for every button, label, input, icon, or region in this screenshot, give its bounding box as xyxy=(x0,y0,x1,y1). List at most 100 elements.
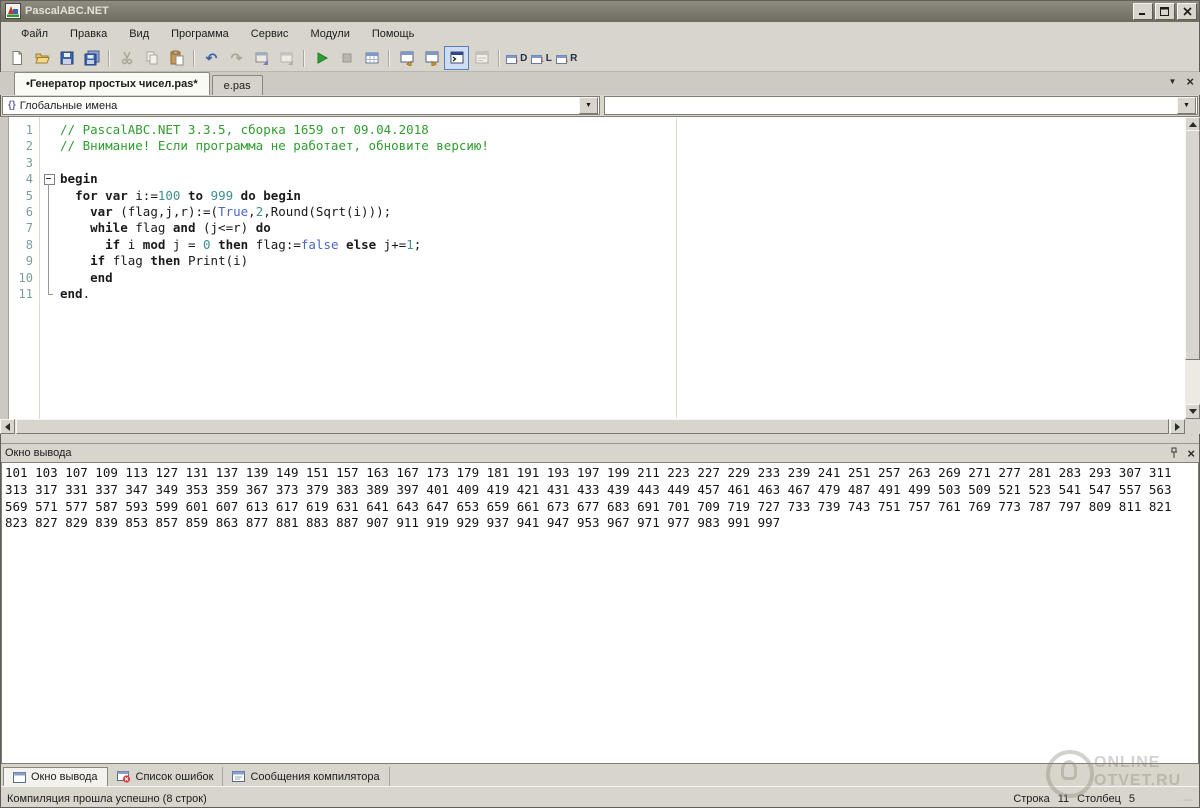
menu-item-Сервис[interactable]: Сервис xyxy=(240,25,300,43)
output-text[interactable]: 101 103 107 109 113 127 131 137 139 149 … xyxy=(1,462,1199,764)
scrollbar-corner xyxy=(1185,419,1200,434)
open-file-button[interactable] xyxy=(29,46,54,70)
code-line[interactable]: if flag then Print(i) xyxy=(60,253,1185,269)
vertical-scroll-thumb[interactable] xyxy=(1185,130,1200,360)
code-line[interactable]: begin xyxy=(60,171,1185,187)
tab-close-button[interactable]: × xyxy=(1186,75,1194,88)
menu-item-Помощь[interactable]: Помощь xyxy=(361,25,426,43)
main-toolbar: ↶ ↷ ↓D ↓L ↓R xyxy=(0,45,1200,72)
tab-generator-prostyh-chisel[interactable]: •Генератор простых чисел.pas* xyxy=(14,72,210,95)
maximize-button[interactable] xyxy=(1155,3,1175,20)
redo-button[interactable]: ↷ xyxy=(224,46,249,70)
editor-code[interactable]: // PascalABC.NET 3.3.5, сборка 1659 от 0… xyxy=(57,117,1185,419)
paste-button[interactable] xyxy=(164,46,189,70)
letter-label: L xyxy=(546,53,552,64)
line-number: 8 xyxy=(9,237,39,253)
maximize-icon xyxy=(1160,7,1170,16)
minimize-button[interactable] xyxy=(1133,3,1153,20)
nav-back-button[interactable] xyxy=(249,46,274,70)
paste-icon xyxy=(169,50,185,66)
debug-windows-button[interactable] xyxy=(359,46,384,70)
status-bar: Компиляция прошла успешно (8 строк) Стро… xyxy=(0,786,1200,808)
input-window-icon xyxy=(424,50,440,66)
line-number: 6 xyxy=(9,204,39,220)
member-combobox-dropdown-button[interactable]: ▼ xyxy=(1177,97,1196,114)
fold-collapse-icon[interactable] xyxy=(44,174,55,185)
red-arrow-icon: ↓ xyxy=(540,55,545,64)
editor-vertical-scrollbar[interactable] xyxy=(1185,117,1200,419)
copy-icon xyxy=(144,50,160,66)
scroll-down-button[interactable] xyxy=(1185,404,1200,419)
code-line[interactable]: end. xyxy=(60,286,1185,302)
run-icon xyxy=(314,50,330,66)
code-line[interactable]: end xyxy=(60,270,1185,286)
run-button[interactable] xyxy=(309,46,334,70)
status-message: Компиляция прошла успешно (8 строк) xyxy=(7,793,207,805)
new-file-button[interactable] xyxy=(4,46,29,70)
line-number: 5 xyxy=(9,188,39,204)
scope-combobox[interactable]: {} Глобальные имена ▼ xyxy=(2,96,600,115)
save-button[interactable] xyxy=(54,46,79,70)
menu-item-Вид[interactable]: Вид xyxy=(118,25,160,43)
code-line[interactable]: if i mod j = 0 then flag:=false else j+=… xyxy=(60,237,1185,253)
form-window-button[interactable] xyxy=(469,46,494,70)
output-close-button[interactable]: × xyxy=(1187,447,1195,460)
scroll-right-button[interactable] xyxy=(1170,419,1185,434)
code-line[interactable]: while flag and (j<=r) do xyxy=(60,220,1185,236)
horizontal-scroll-thumb[interactable] xyxy=(16,419,1169,434)
cut-button[interactable] xyxy=(114,46,139,70)
code-line[interactable]: // Внимание! Если программа не работает,… xyxy=(60,138,1185,154)
code-line[interactable] xyxy=(60,155,1185,171)
menu-item-Программа[interactable]: Программа xyxy=(160,25,240,43)
pascalabc-window: { "window": { "title": "PascalABC.NET" }… xyxy=(0,0,1200,808)
tab-list-dropdown-button[interactable]: ▼ xyxy=(1168,77,1176,86)
menu-item-Файл[interactable]: Файл xyxy=(10,25,59,43)
output-window-icon xyxy=(399,50,415,66)
red-arrow-icon: ↓ xyxy=(565,55,570,64)
code-line[interactable]: for var i:=100 to 999 do begin xyxy=(60,188,1185,204)
stop-button[interactable] xyxy=(334,46,359,70)
input-window-button[interactable] xyxy=(419,46,444,70)
save-all-icon xyxy=(84,50,100,66)
scroll-left-button[interactable] xyxy=(0,419,15,434)
undo-button[interactable]: ↶ xyxy=(199,46,224,70)
tab-compiler-messages[interactable]: Сообщения компилятора xyxy=(223,767,389,786)
save-all-button[interactable] xyxy=(79,46,104,70)
console-toggle-button[interactable] xyxy=(444,46,469,70)
nav-back-icon xyxy=(254,50,270,66)
line-number: 2 xyxy=(9,138,39,154)
member-combobox[interactable]: ▼ xyxy=(604,96,1198,115)
tab-label: Окно вывода xyxy=(31,771,98,783)
code-navigation-bar: {} Глобальные имена ▼ ▼ xyxy=(0,95,1200,116)
output-window-button[interactable] xyxy=(394,46,419,70)
close-icon xyxy=(1183,7,1192,16)
scope-combobox-dropdown-button[interactable]: ▼ xyxy=(579,97,598,114)
fold-structure-line xyxy=(48,184,49,294)
line-number: 10 xyxy=(9,270,39,286)
pin-icon[interactable] xyxy=(1169,447,1179,459)
menu-bar: ФайлПравкаВидПрограммаСервисМодулиПомощь xyxy=(0,22,1200,45)
menu-item-Правка[interactable]: Правка xyxy=(59,25,118,43)
nav-forward-button[interactable] xyxy=(274,46,299,70)
editor-output-splitter[interactable] xyxy=(0,434,1200,443)
code-line[interactable]: var (flag,j,r):=(True,2,Round(Sqrt(i))); xyxy=(60,204,1185,220)
insert-template-d-button[interactable]: ↓D xyxy=(504,46,529,70)
menu-item-Модули[interactable]: Модули xyxy=(299,25,360,43)
insert-template-r-button[interactable]: ↓R xyxy=(554,46,579,70)
editor-gutter: 1234567891011 xyxy=(9,117,40,419)
tab-error-list[interactable]: Список ошибок xyxy=(108,767,224,786)
insert-template-l-button[interactable]: ↓L xyxy=(529,46,554,70)
close-button[interactable] xyxy=(1177,3,1197,20)
code-editor[interactable]: 1234567891011 // PascalABC.NET 3.3.5, сб… xyxy=(0,116,1200,434)
line-number: 7 xyxy=(9,220,39,236)
output-panel-header: Окно вывода × xyxy=(0,444,1200,462)
code-line[interactable]: // PascalABC.NET 3.3.5, сборка 1659 от 0… xyxy=(60,122,1185,138)
output-line: 569 571 577 587 593 599 601 607 613 617 … xyxy=(5,499,1195,516)
tab-e-pas[interactable]: e.pas xyxy=(212,75,263,95)
editor-horizontal-scrollbar[interactable] xyxy=(0,419,1185,434)
title-bar: PascalABC.NET xyxy=(0,0,1200,22)
red-arrow-icon: ↓ xyxy=(515,55,520,64)
copy-button[interactable] xyxy=(139,46,164,70)
tab-output-window[interactable]: Окно вывода xyxy=(3,767,108,786)
document-tab-bar: •Генератор простых чисел.pas* e.pas ▼ × xyxy=(0,72,1200,95)
